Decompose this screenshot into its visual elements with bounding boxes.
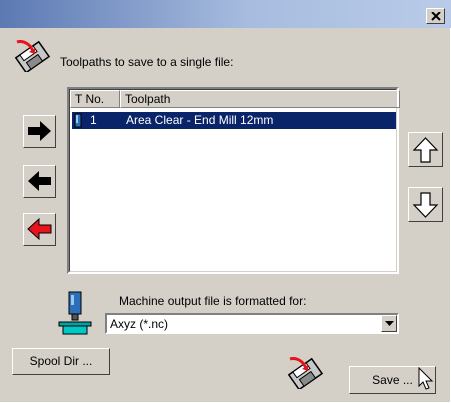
arrow-left-red-icon	[27, 218, 52, 240]
toolpath-list[interactable]: T No. Toolpath 1 Area Clear - End Mill 1…	[67, 87, 400, 274]
toolpath-name: Area Clear - End Mill 12mm	[126, 113, 274, 127]
move-up-button[interactable]	[408, 132, 443, 167]
chevron-down-icon	[385, 321, 394, 326]
move-down-button[interactable]	[408, 187, 443, 222]
arrow-up-icon	[412, 137, 439, 163]
machine-format-label: Machine output file is formatted for:	[119, 294, 307, 308]
close-button[interactable]	[426, 8, 445, 24]
arrow-right-icon	[28, 121, 51, 141]
end-mill-icon	[74, 113, 82, 128]
machine-format-value: Axyz (*.nc)	[110, 317, 169, 331]
heading-label: Toolpaths to save to a single file:	[60, 55, 234, 69]
close-icon	[431, 12, 441, 21]
toolpath-number: 1	[90, 113, 97, 127]
save-to-file-icon	[14, 40, 51, 72]
remove-all-toolpaths-button[interactable]	[23, 213, 56, 246]
save-toolpaths-dialog: Toolpaths to save to a single file: T No…	[0, 0, 451, 403]
arrow-down-icon	[412, 192, 439, 218]
column-header-t-no[interactable]: T No.	[70, 90, 120, 108]
list-item[interactable]: 1 Area Clear - End Mill 12mm	[72, 112, 396, 129]
title-bar	[0, 0, 451, 28]
spool-dir-button[interactable]: Spool Dir ...	[12, 348, 110, 375]
arrow-left-icon	[28, 171, 51, 191]
machine-format-select[interactable]: Axyz (*.nc)	[105, 313, 399, 334]
machine-icon	[58, 291, 92, 335]
add-toolpath-button[interactable]	[23, 115, 56, 148]
list-header: T No. Toolpath	[70, 90, 400, 108]
remove-toolpath-button[interactable]	[23, 165, 56, 198]
mouse-cursor-icon	[418, 367, 434, 390]
column-header-toolpath[interactable]: Toolpath	[120, 90, 400, 108]
save-icon	[287, 357, 324, 389]
dropdown-button[interactable]	[381, 315, 397, 332]
